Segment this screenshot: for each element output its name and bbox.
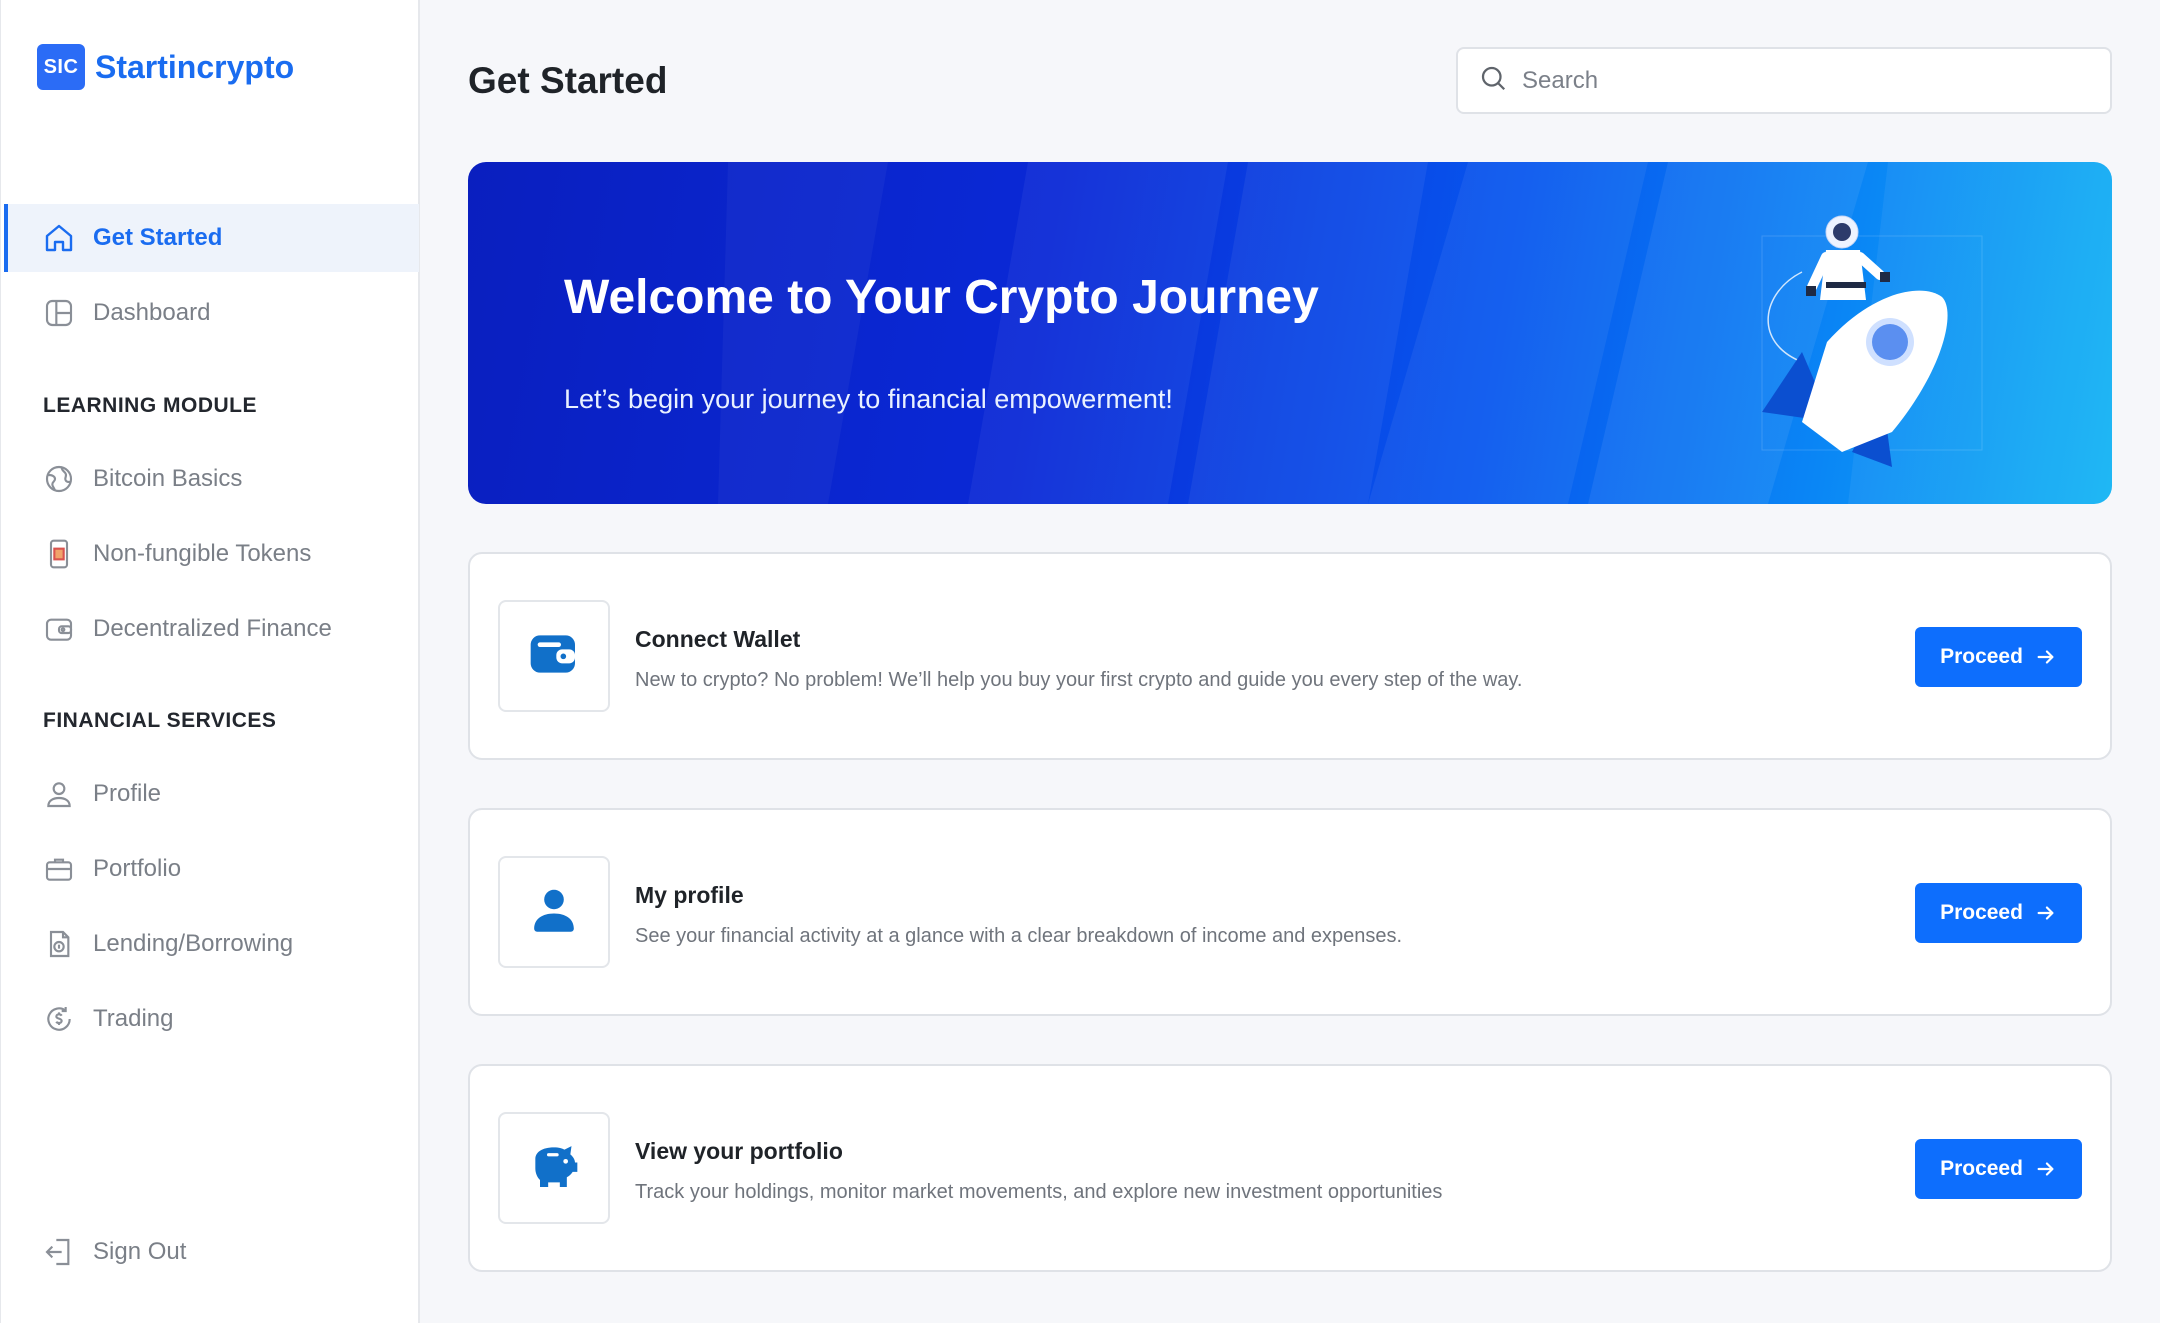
sidebar-item-label: Sign Out xyxy=(93,1238,187,1265)
brand-logo[interactable]: SIC Startincrypto xyxy=(37,44,294,90)
piggy-bank-icon xyxy=(526,1138,582,1199)
sidebar-item-label: Decentralized Finance xyxy=(93,615,332,642)
arrow-right-icon xyxy=(2037,1162,2054,1176)
briefcase-icon xyxy=(42,852,76,886)
hero-subtitle: Let’s begin your journey to financial em… xyxy=(564,384,1173,414)
card-connect-wallet: Connect Wallet New to crypto? No problem… xyxy=(468,552,2112,760)
sidebar-item-nft[interactable]: Non-fungible Tokens xyxy=(4,520,419,588)
sidebar-item-get-started[interactable]: Get Started xyxy=(4,204,419,272)
astronaut-rocket-illustration xyxy=(1761,215,1983,467)
sidebar-item-label: Profile xyxy=(93,780,162,807)
sidebar-item-lending[interactable]: Lending/Borrowing xyxy=(4,910,419,978)
sidebar-item-label: Non-fungible Tokens xyxy=(93,540,312,567)
wallet-icon xyxy=(526,626,582,687)
proceed-label: Proceed xyxy=(1940,901,2023,924)
sidebar-item-defi[interactable]: Decentralized Finance xyxy=(4,595,419,663)
search-input[interactable] xyxy=(1522,66,2082,95)
arrow-right-icon xyxy=(2037,906,2054,920)
proceed-label: Proceed xyxy=(1940,645,2023,668)
hero-title: Welcome to Your Crypto Journey xyxy=(564,271,1319,324)
proceed-button[interactable]: Proceed xyxy=(1915,883,2082,943)
sidebar-item-label: Trading xyxy=(93,1005,174,1032)
card-icon-box xyxy=(498,856,610,968)
arrow-right-icon xyxy=(2037,650,2054,664)
brand-badge: SIC xyxy=(37,44,85,90)
user-icon xyxy=(526,882,582,943)
wallet-icon xyxy=(42,612,76,646)
welcome-banner: Welcome to Your Crypto Journey Let’s beg… xyxy=(468,162,2112,504)
card-title: Connect Wallet xyxy=(635,626,801,652)
sidebar-item-portfolio[interactable]: Portfolio xyxy=(4,835,419,903)
layout-icon xyxy=(42,296,76,330)
card-my-profile: My profile See your financial activity a… xyxy=(468,808,2112,1016)
sidebar-item-bitcoin-basics[interactable]: Bitcoin Basics xyxy=(4,445,419,513)
brand-name: Startincrypto xyxy=(95,48,295,85)
document-exchange-icon xyxy=(42,927,76,961)
logout-icon xyxy=(42,1235,76,1269)
user-icon xyxy=(42,777,76,811)
card-view-portfolio: View your portfolio Track your holdings,… xyxy=(468,1064,2112,1272)
section-heading-financial: FINANCIAL SERVICES xyxy=(43,709,277,732)
sidebar-item-label: Bitcoin Basics xyxy=(93,465,243,492)
sidebar-item-sign-out[interactable]: Sign Out xyxy=(4,1218,419,1286)
dollar-cycle-icon xyxy=(42,1002,76,1036)
card-title: View your portfolio xyxy=(635,1138,843,1164)
card-title: My profile xyxy=(635,882,744,908)
sidebar-item-label: Portfolio xyxy=(93,855,182,882)
page-title: Get Started xyxy=(468,60,668,101)
sidebar-item-label: Lending/Borrowing xyxy=(93,930,294,957)
proceed-button[interactable]: Proceed xyxy=(1915,627,2082,687)
search-bar[interactable] xyxy=(1456,47,2112,114)
proceed-button[interactable]: Proceed xyxy=(1915,1139,2082,1199)
sidebar-item-trading[interactable]: Trading xyxy=(4,985,419,1053)
card-description: Track your holdings, monitor market move… xyxy=(635,1181,1443,1203)
card-description: New to crypto? No problem! We’ll help yo… xyxy=(635,669,1523,691)
sidebar-item-profile[interactable]: Profile xyxy=(4,760,419,828)
section-heading-learning: LEARNING MODULE xyxy=(43,394,257,417)
globe-icon xyxy=(42,462,76,496)
sidebar: SIC Startincrypto Get Started Dashboard … xyxy=(0,0,420,1323)
card-icon-box xyxy=(498,1112,610,1224)
phone-image-icon xyxy=(42,537,76,571)
card-description: See your financial activity at a glance … xyxy=(635,925,1403,947)
home-icon xyxy=(42,221,76,255)
search-icon xyxy=(1478,63,1508,98)
sidebar-item-label: Dashboard xyxy=(93,299,211,326)
proceed-label: Proceed xyxy=(1940,1157,2023,1180)
sidebar-item-dashboard[interactable]: Dashboard xyxy=(4,279,419,347)
card-icon-box xyxy=(498,600,610,712)
sidebar-item-label: Get Started xyxy=(93,224,223,251)
